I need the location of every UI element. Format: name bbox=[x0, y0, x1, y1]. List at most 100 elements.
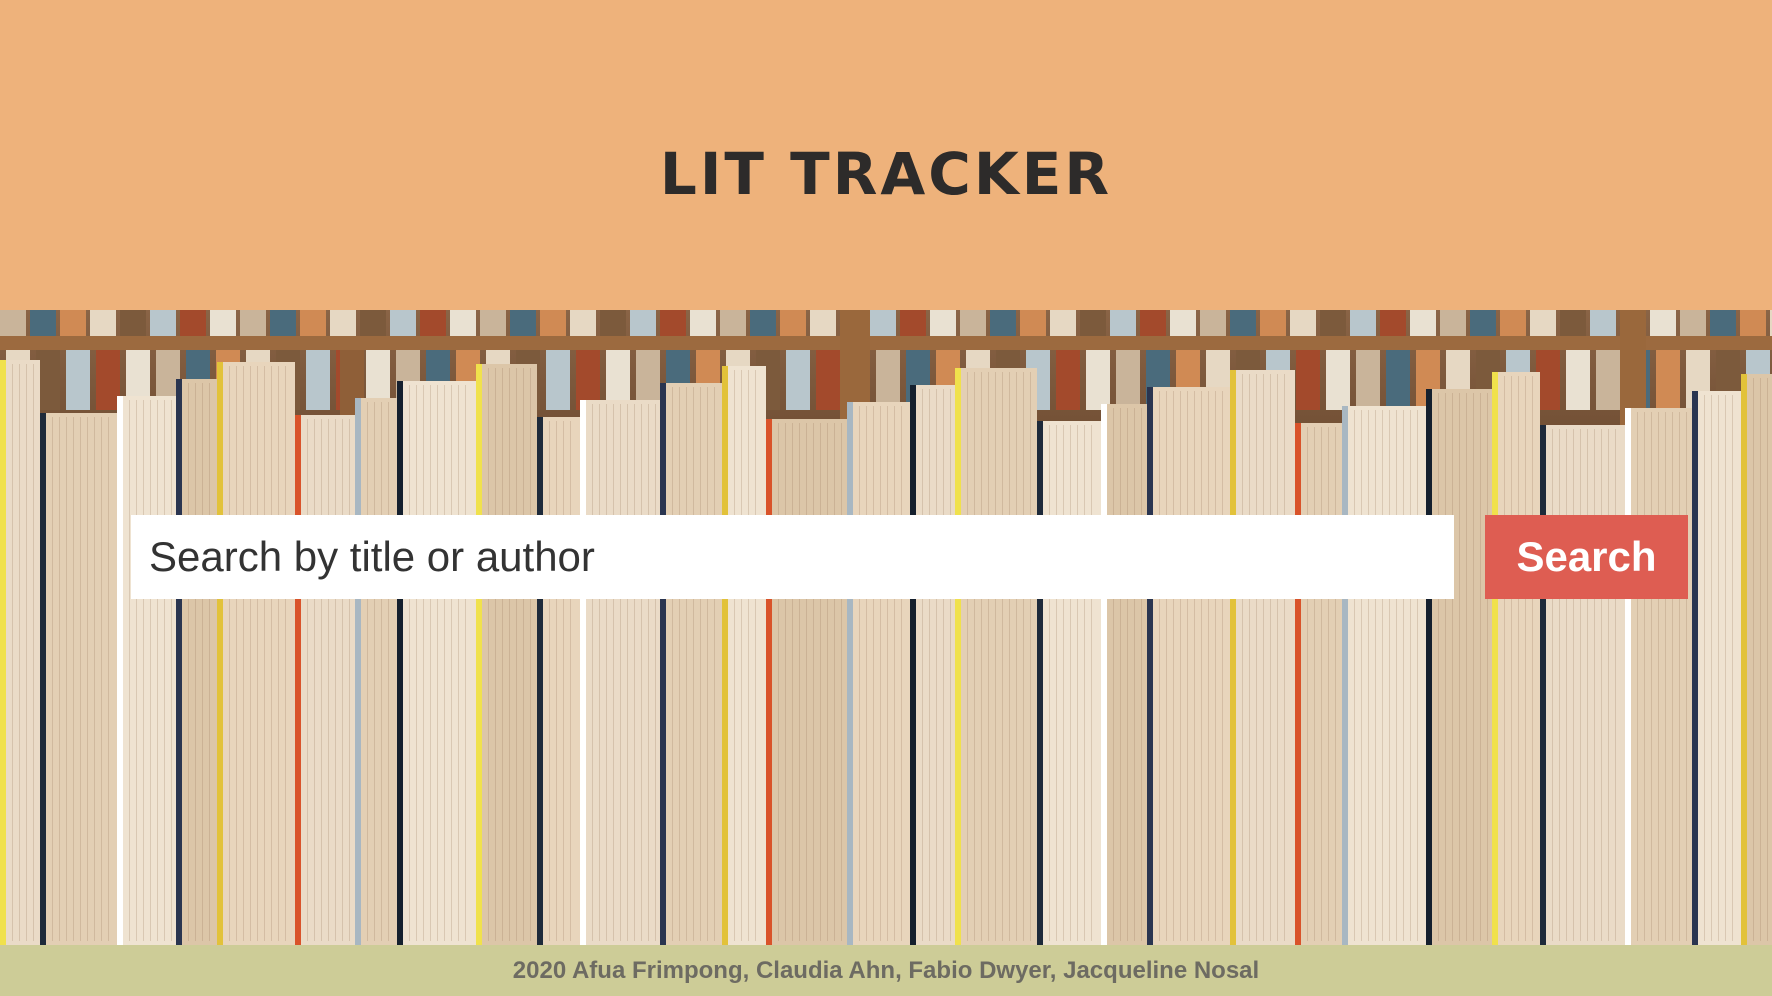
book-cover-edge bbox=[1540, 425, 1546, 945]
background-book bbox=[1086, 350, 1110, 410]
page-line bbox=[655, 404, 656, 941]
search-input[interactable] bbox=[131, 515, 1454, 599]
page-line bbox=[1725, 395, 1726, 941]
page-line bbox=[458, 385, 459, 941]
page-line bbox=[321, 419, 322, 941]
book-spine bbox=[117, 396, 176, 945]
page-line bbox=[880, 406, 881, 941]
page-line bbox=[627, 404, 628, 941]
page-line bbox=[592, 404, 593, 941]
background-book bbox=[546, 350, 570, 410]
background-book bbox=[1650, 310, 1676, 336]
page-line bbox=[1166, 391, 1167, 941]
page-line bbox=[556, 421, 557, 941]
page-line bbox=[741, 370, 742, 941]
background-book bbox=[570, 310, 596, 336]
background-book bbox=[1050, 310, 1076, 336]
background-book bbox=[1380, 310, 1406, 336]
page-line bbox=[1256, 374, 1257, 941]
page-line bbox=[700, 387, 701, 941]
page-line bbox=[243, 366, 244, 941]
page-line bbox=[901, 406, 902, 941]
page-line bbox=[1601, 429, 1602, 941]
page-line bbox=[1704, 395, 1705, 941]
background-book bbox=[450, 310, 476, 336]
book-cover-edge bbox=[580, 400, 586, 945]
page-line bbox=[1637, 412, 1638, 941]
page-line bbox=[1314, 427, 1315, 941]
background-book bbox=[180, 310, 206, 336]
site-footer: 2020 Afua Frimpong, Claudia Ahn, Fabio D… bbox=[0, 945, 1772, 996]
background-book bbox=[60, 310, 86, 336]
page-line bbox=[967, 372, 968, 941]
book-cover-edge bbox=[40, 413, 46, 945]
page-line bbox=[792, 423, 793, 941]
page-line bbox=[922, 389, 923, 941]
background-book bbox=[1230, 310, 1256, 336]
page-line bbox=[202, 383, 203, 941]
background-book bbox=[360, 310, 386, 336]
page-line bbox=[307, 419, 308, 941]
page-line bbox=[264, 366, 265, 941]
page-line bbox=[1732, 395, 1733, 941]
page-line bbox=[1201, 391, 1202, 941]
background-book bbox=[810, 310, 836, 336]
page-line bbox=[1049, 425, 1050, 941]
page-line bbox=[451, 385, 452, 941]
page-line bbox=[866, 406, 867, 941]
page-line bbox=[388, 402, 389, 941]
book-spine bbox=[847, 402, 910, 945]
book-cover-edge bbox=[847, 402, 853, 945]
page-line bbox=[1084, 425, 1085, 941]
page-line bbox=[19, 364, 20, 941]
page-line bbox=[87, 417, 88, 941]
background-book bbox=[1200, 310, 1226, 336]
book-spine bbox=[537, 417, 580, 945]
page-line bbox=[693, 387, 694, 941]
page-line bbox=[1511, 376, 1512, 941]
background-book bbox=[1110, 310, 1136, 336]
background-book bbox=[1410, 310, 1436, 336]
page-line bbox=[164, 400, 165, 941]
page-line bbox=[943, 389, 944, 941]
page-line bbox=[606, 404, 607, 941]
background-book bbox=[96, 350, 120, 410]
page-line bbox=[820, 423, 821, 941]
page-line bbox=[195, 383, 196, 941]
background-book bbox=[420, 310, 446, 336]
search-button[interactable]: Search bbox=[1485, 515, 1688, 599]
page-line bbox=[1249, 374, 1250, 941]
background-book bbox=[780, 310, 806, 336]
page-line bbox=[33, 364, 34, 941]
page-line bbox=[634, 404, 635, 941]
page-line bbox=[188, 383, 189, 941]
page-line bbox=[1277, 374, 1278, 941]
background-book bbox=[1740, 310, 1766, 336]
page-line bbox=[1459, 393, 1460, 941]
background-book bbox=[960, 310, 986, 336]
page-line bbox=[80, 417, 81, 941]
page-line bbox=[1016, 372, 1017, 941]
page-line bbox=[1091, 425, 1092, 941]
book-cover-edge bbox=[1426, 389, 1432, 945]
page-line bbox=[1473, 393, 1474, 941]
page-line bbox=[1389, 410, 1390, 941]
page-line bbox=[381, 402, 382, 941]
book-cover-edge bbox=[476, 364, 482, 945]
book-cover-edge bbox=[1295, 423, 1301, 945]
background-book bbox=[1290, 310, 1316, 336]
page-line bbox=[26, 364, 27, 941]
background-book bbox=[1350, 310, 1376, 336]
page-line bbox=[707, 387, 708, 941]
page-line bbox=[1222, 391, 1223, 941]
page-line bbox=[1466, 393, 1467, 941]
page-line bbox=[488, 368, 489, 941]
bookshelf-background-image bbox=[0, 310, 1772, 945]
page-line bbox=[1417, 410, 1418, 941]
book-cover-edge bbox=[0, 360, 6, 945]
bookshelf-hero bbox=[0, 310, 1772, 945]
page-line bbox=[549, 421, 550, 941]
page-line bbox=[1321, 427, 1322, 941]
page-line bbox=[613, 404, 614, 941]
background-book bbox=[1140, 310, 1166, 336]
